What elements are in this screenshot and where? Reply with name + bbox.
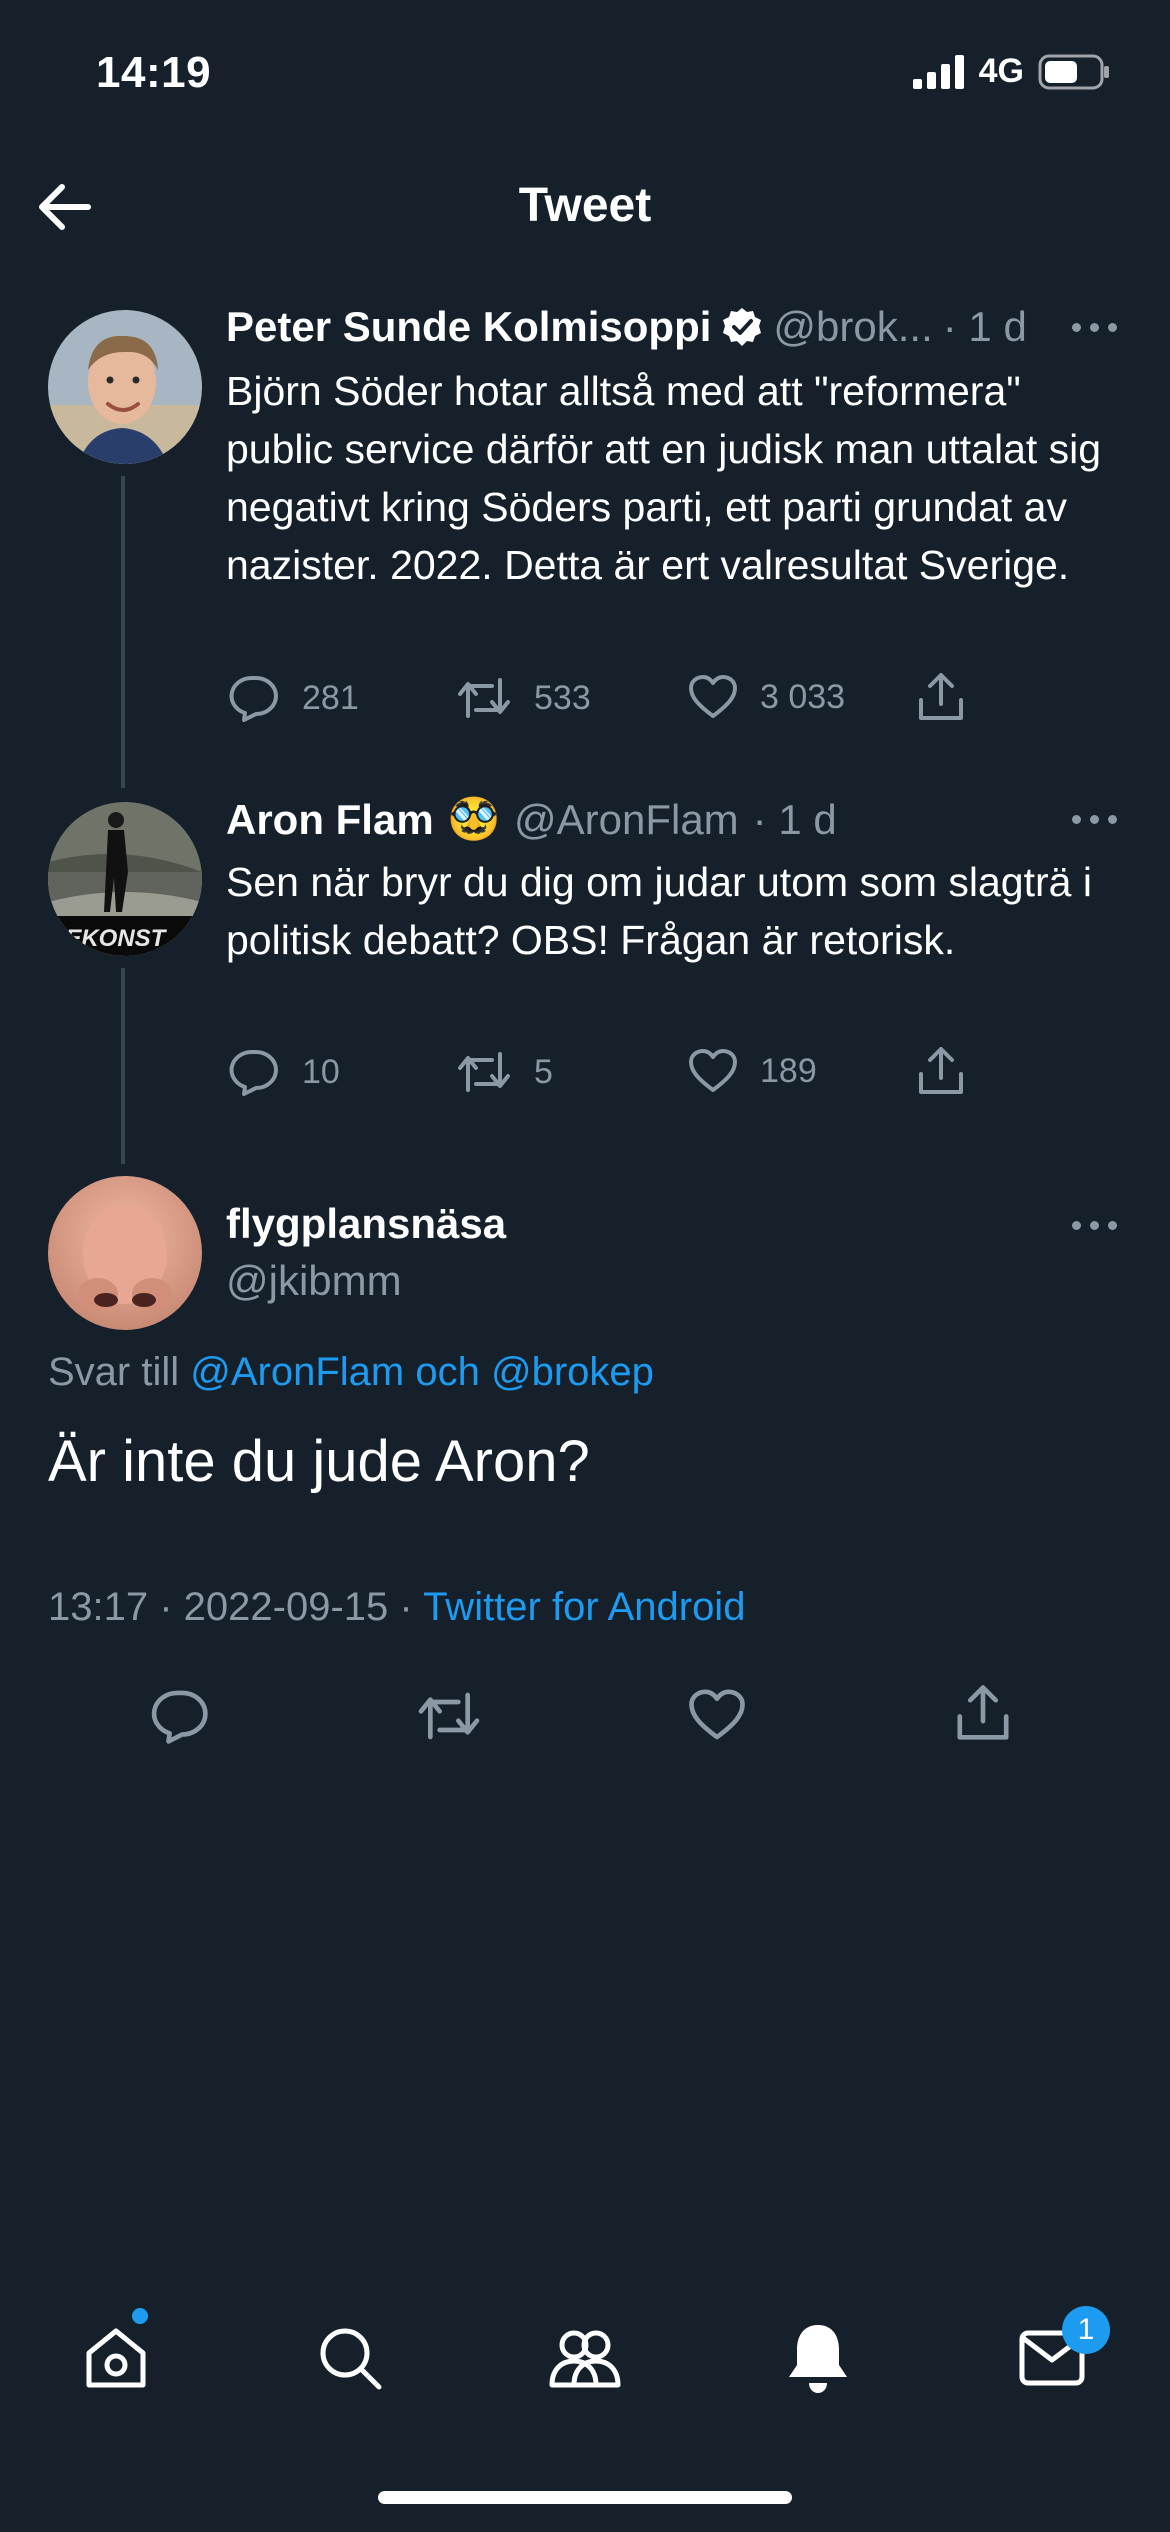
retweet-icon xyxy=(458,1052,510,1092)
tweet-text: Sen när bryr du dig om judar utom som sl… xyxy=(226,859,1092,963)
avatar-caption: REKONST xyxy=(48,925,168,952)
author-emoji: 🥸 xyxy=(447,795,500,842)
retweet-icon xyxy=(458,678,510,718)
author-handle[interactable]: @AronFlam xyxy=(514,796,739,844)
avatar[interactable] xyxy=(48,310,202,464)
reply-button[interactable]: 10 xyxy=(228,1048,340,1096)
communities-icon xyxy=(549,2330,621,2388)
reply-count: 10 xyxy=(302,1052,340,1091)
like-button[interactable] xyxy=(688,1688,746,1742)
author-handle[interactable]: @jkibmm xyxy=(226,1257,402,1305)
battery-icon xyxy=(1038,54,1109,89)
reply-count: 281 xyxy=(302,678,359,717)
share-icon xyxy=(919,1047,963,1094)
reply-icon xyxy=(229,675,278,722)
network-type: 4G xyxy=(978,52,1024,90)
tweet-text: Björn Söder hotar alltså med att "reform… xyxy=(226,368,1102,588)
nav-home[interactable] xyxy=(76,2318,156,2398)
signal-icon xyxy=(912,54,964,89)
home-unread-dot xyxy=(132,2308,148,2324)
avatar[interactable]: REKONST xyxy=(48,802,202,956)
home-indicator[interactable] xyxy=(378,2491,792,2504)
tweet-header: Aron Flam 🥸 @AronFlam · 1 d xyxy=(226,795,837,844)
tweet-time: · 1 d xyxy=(942,303,1027,350)
share-button[interactable] xyxy=(916,1046,966,1096)
share-button[interactable] xyxy=(954,1684,1012,1742)
home-icon xyxy=(86,2328,146,2388)
thread-line xyxy=(121,968,125,1164)
heart-icon xyxy=(689,675,737,718)
author-name[interactable]: flygplansnäsa xyxy=(226,1200,506,1248)
reply-prefix: Svar till xyxy=(48,1350,180,1394)
search-icon xyxy=(320,2328,382,2390)
retweet-count: 5 xyxy=(534,1052,553,1091)
reply-button[interactable] xyxy=(150,1688,210,1744)
retweet-count: 533 xyxy=(534,678,591,717)
messages-badge: 1 xyxy=(1062,2306,1110,2354)
retweet-icon xyxy=(418,1692,480,1740)
avatar-photo: REKONST xyxy=(48,802,202,956)
author-name[interactable]: Aron Flam xyxy=(226,796,434,844)
heart-icon xyxy=(689,1049,737,1092)
avatar-photo xyxy=(48,310,202,464)
status-indicators: 4G xyxy=(912,52,1110,91)
more-options-button[interactable] xyxy=(1072,815,1118,827)
like-button[interactable]: 3 033 xyxy=(688,674,845,720)
share-button[interactable] xyxy=(916,672,966,722)
more-options-button[interactable] xyxy=(1072,1221,1118,1233)
avatar-photo xyxy=(48,1176,202,1330)
like-count: 189 xyxy=(760,1051,817,1090)
tweet-header: Peter Sunde Kolmisoppi @brok... · 1 d xyxy=(226,303,1027,351)
reply-icon xyxy=(151,1690,208,1744)
avatar[interactable] xyxy=(48,1176,202,1330)
tweet-time: · 1 d xyxy=(752,795,837,843)
nav-notifications[interactable] xyxy=(778,2318,858,2398)
verified-badge-icon xyxy=(723,308,762,346)
nav-search[interactable] xyxy=(310,2318,390,2398)
reply-context: Svar till @AronFlam och @brokep xyxy=(48,1350,654,1395)
author-handle[interactable]: @brok... xyxy=(773,303,932,351)
retweet-button[interactable]: 533 xyxy=(456,674,591,722)
page-title: Tweet xyxy=(518,179,652,232)
share-icon xyxy=(919,673,963,720)
share-icon xyxy=(957,1685,1009,1740)
tweet-meta: 13:17 · 2022-09-15 · Twitter for Android xyxy=(48,1585,745,1630)
reply-icon xyxy=(229,1049,278,1096)
notifications-icon xyxy=(789,2325,847,2393)
status-time: 14:19 xyxy=(96,48,212,97)
like-count: 3 033 xyxy=(760,677,846,716)
retweet-button[interactable]: 5 xyxy=(456,1048,553,1096)
more-options-button[interactable] xyxy=(1072,323,1118,335)
reply-button[interactable]: 281 xyxy=(228,674,359,722)
tweet-source[interactable]: Twitter for Android xyxy=(423,1585,745,1629)
heart-icon xyxy=(689,1689,745,1740)
thread-line xyxy=(121,476,125,788)
tweet-timestamp: 13:17 · 2022-09-15 · xyxy=(48,1585,413,1629)
tweet-text: Är inte du jude Aron? xyxy=(48,1429,590,1494)
reply-mentions[interactable]: @AronFlam och @brokep xyxy=(190,1350,654,1394)
retweet-button[interactable] xyxy=(416,1688,482,1744)
nav-communities[interactable] xyxy=(545,2318,625,2398)
author-name[interactable]: Peter Sunde Kolmisoppi xyxy=(226,303,711,351)
like-button[interactable]: 189 xyxy=(688,1048,817,1094)
